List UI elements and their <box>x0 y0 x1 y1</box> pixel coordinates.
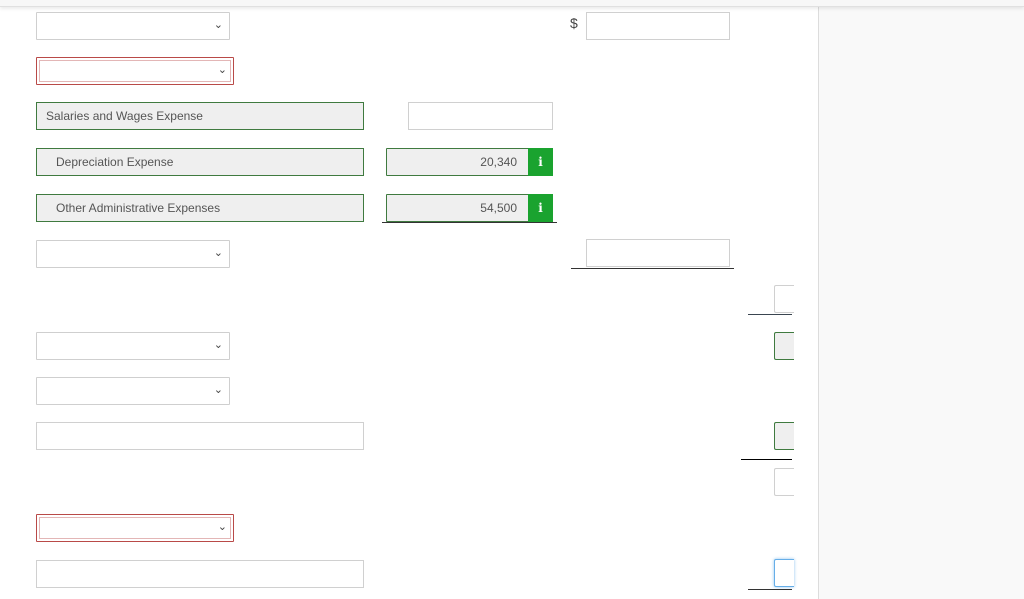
amount-input-right-4[interactable] <box>774 468 794 496</box>
account-label: Other Administrative Expenses <box>56 201 221 215</box>
amount-input-total-1[interactable] <box>586 239 730 267</box>
account-select-2-error[interactable]: ⌄ <box>36 57 234 85</box>
amount-value: 20,340 <box>480 155 517 169</box>
account-select-5[interactable]: ⌄ <box>36 377 230 405</box>
side-panel <box>818 6 1024 599</box>
account-select-6-error[interactable]: ⌄ <box>36 514 234 542</box>
amount-field-depreciation[interactable]: 20,340 i <box>386 148 553 176</box>
amount-input-right-focused[interactable] <box>774 559 794 587</box>
right-underline-1 <box>748 314 792 315</box>
chevron-down-icon: ⌄ <box>217 63 227 76</box>
amount-field-right-3[interactable] <box>774 422 794 450</box>
amount-input-1[interactable] <box>586 12 730 40</box>
info-icon[interactable]: i <box>528 148 553 176</box>
amount-input-salaries[interactable] <box>408 102 553 130</box>
account-field-depreciation[interactable]: Depreciation Expense <box>36 148 364 176</box>
top-toolbar-edge <box>0 0 1024 7</box>
amount-field-other-admin[interactable]: 54,500 i <box>386 194 553 222</box>
chevron-down-icon: ⌄ <box>213 338 223 351</box>
chevron-down-icon: ⌄ <box>217 520 227 533</box>
currency-symbol: $ <box>570 15 578 31</box>
account-select-3[interactable]: ⌄ <box>36 240 230 268</box>
total-underline <box>571 268 734 269</box>
account-label: Salaries and Wages Expense <box>46 109 203 123</box>
account-select-1[interactable]: ⌄ <box>36 12 230 40</box>
account-field-salaries[interactable]: Salaries and Wages Expense <box>36 102 364 130</box>
text-input-1[interactable] <box>36 422 364 450</box>
chevron-down-icon: ⌄ <box>213 18 223 31</box>
subtotal-underline <box>382 222 557 223</box>
info-icon[interactable]: i <box>528 194 553 222</box>
right-underline-2 <box>741 459 792 460</box>
chevron-down-icon: ⌄ <box>213 246 223 259</box>
chevron-down-icon: ⌄ <box>213 383 223 396</box>
right-underline-3 <box>748 589 792 590</box>
text-input-2[interactable] <box>36 560 364 588</box>
account-field-other-admin[interactable]: Other Administrative Expenses <box>36 194 364 222</box>
amount-field-right-2[interactable] <box>774 332 794 360</box>
account-select-4[interactable]: ⌄ <box>36 332 230 360</box>
amount-value: 54,500 <box>480 201 517 215</box>
amount-input-right-1[interactable] <box>774 285 794 313</box>
account-label: Depreciation Expense <box>56 155 174 169</box>
